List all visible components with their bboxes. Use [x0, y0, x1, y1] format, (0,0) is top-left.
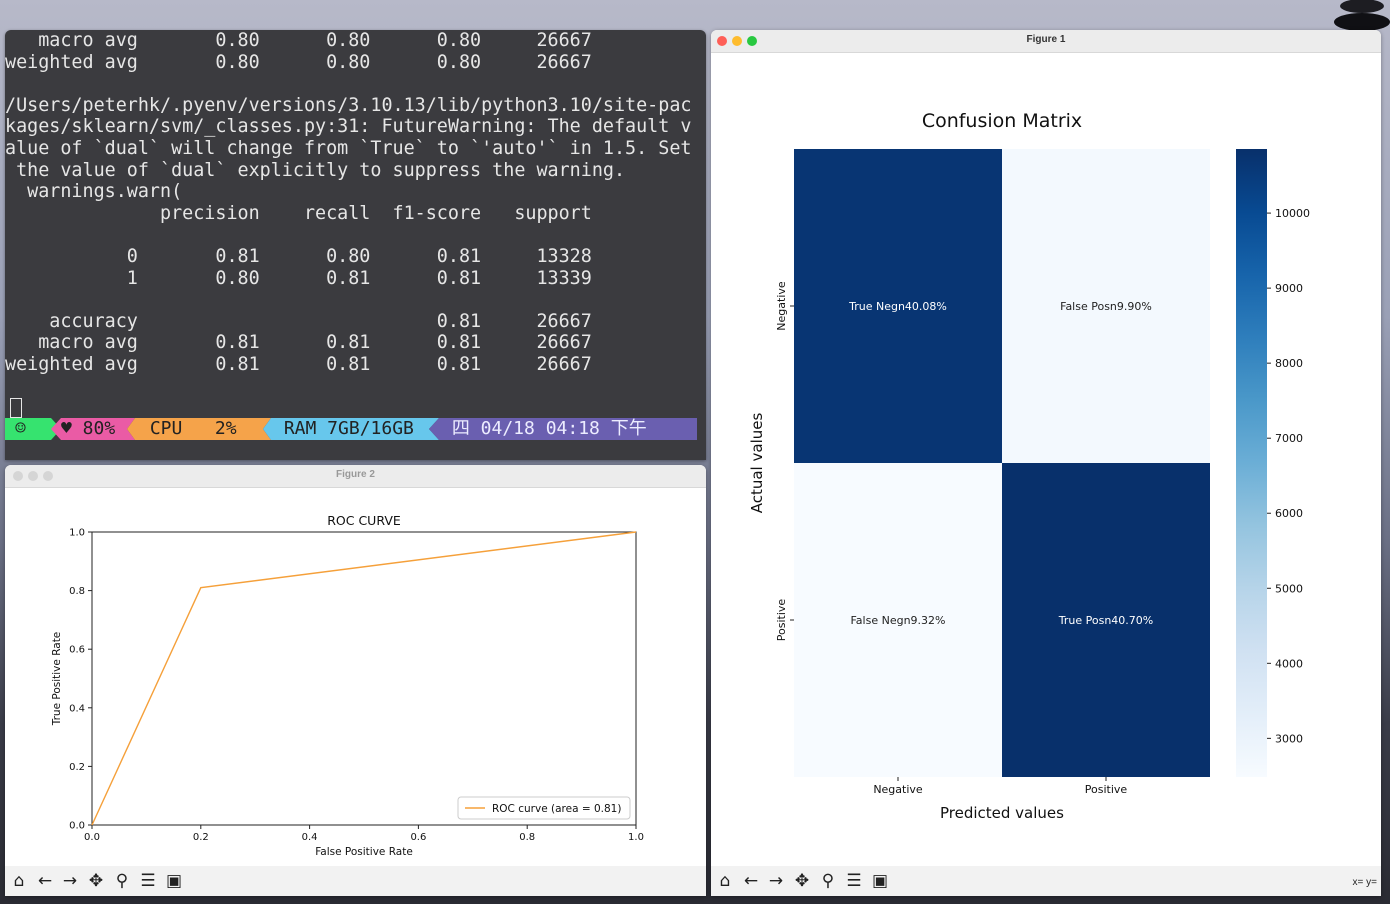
zoom-icon[interactable]: ⚲ [817, 871, 839, 891]
forward-arrow-icon[interactable]: → [59, 871, 81, 891]
colorbar [1236, 149, 1267, 777]
x-tick-label: 0.2 [193, 832, 209, 843]
status-smile: ☺ [15, 418, 26, 439]
y-tick-label: Positive [775, 599, 788, 642]
cursor-coordinates: x= y= [1352, 877, 1377, 888]
colorbar-tick-label: 7000 [1275, 432, 1303, 445]
status-ram: RAM 7GB/16GB [273, 418, 414, 439]
pan-icon[interactable]: ✥ [791, 871, 813, 891]
y-tick-label: 0.6 [69, 645, 85, 656]
terminal-line: 0 0.81 0.80 0.81 13328 [5, 245, 592, 267]
y-axis-label: Actual values [748, 413, 766, 514]
configure-icon[interactable]: ☰ [137, 871, 159, 891]
colorbar-tick-label: 6000 [1275, 507, 1303, 520]
y-tick-label: 0.8 [69, 586, 85, 597]
save-icon[interactable]: ▣ [163, 871, 185, 891]
confusion-matrix-chart: Confusion Matrix True Negn40.08% False Pos… [748, 110, 1310, 822]
colorbar-tick-label: 9000 [1275, 282, 1303, 295]
terminal-status-bar: ☺ ♥ 80% CPU 2% RAM 7GB/16GB 四 04/18 04:1… [5, 418, 697, 440]
terminal-line: precision recall f1-score support [5, 202, 592, 224]
pan-icon[interactable]: ✥ [85, 871, 107, 891]
x-tick-label: 0.8 [519, 832, 535, 843]
y-tick-label: 0.4 [69, 703, 85, 714]
figure2-toolbar: ⌂ ← → ✥ ⚲ ☰ ▣ [5, 866, 706, 896]
x-tick-label: 0.6 [410, 832, 426, 843]
x-tick-label: 0.4 [302, 832, 318, 843]
plot-frame [91, 531, 637, 826]
cell-label: True Posn40.70% [1058, 614, 1153, 627]
home-icon[interactable]: ⌂ [8, 871, 30, 891]
y-tick-label: 0.0 [69, 821, 85, 832]
terminal-line: warnings.warn( [5, 181, 183, 203]
figure2-titlebar[interactable]: Figure 2 [5, 465, 706, 488]
configure-icon[interactable]: ☰ [843, 871, 865, 891]
status-datetime: 四 04/18 04:18 下午 [441, 418, 647, 439]
zoom-icon[interactable]: ⚲ [111, 871, 133, 891]
figure1-window[interactable]: Figure 1 Confusion Matrix True Negn40.08%… [711, 30, 1381, 896]
figure1-titlebar[interactable]: Figure 1 [711, 30, 1381, 53]
chart-title: ROC CURVE [327, 513, 401, 528]
x-tick-label: 1.0 [628, 832, 644, 843]
chart-title: Confusion Matrix [922, 110, 1082, 132]
colorbar-tick-label: 5000 [1275, 582, 1303, 595]
x-tick-label: Negative [873, 783, 923, 796]
legend-label: ROC curve (area = 0.81) [492, 803, 621, 815]
terminal-window[interactable]: macro avg 0.80 0.80 0.80 26667 weighted a… [5, 30, 706, 460]
x-tick-label: 0.0 [84, 832, 100, 843]
terminal-line: accuracy 0.81 26667 [5, 310, 592, 332]
terminal-line: macro avg 0.80 0.80 0.80 26667 [5, 30, 592, 51]
terminal-line: kages/sklearn/svm/_classes.py:31: Future… [5, 116, 692, 138]
figure2-window[interactable]: Figure 2 ROC CURVE 0.0 0.2 0.4 0.6 0.8 1.0 0.0 0… [5, 465, 706, 896]
y-tick-label: 1.0 [69, 528, 85, 539]
desktop-wallpaper-rock [1334, 0, 1390, 31]
colorbar-tick-label: 4000 [1275, 657, 1303, 670]
terminal-line: alue of `dual` will change from `True` t… [5, 137, 692, 159]
y-tick-label: Negative [775, 281, 788, 331]
x-axis-label: False Positive Rate [315, 846, 413, 858]
terminal-cursor [10, 398, 22, 418]
x-tick-label: Positive [1085, 783, 1128, 796]
terminal-line: 1 0.80 0.81 0.81 13339 [5, 267, 592, 289]
forward-arrow-icon[interactable]: → [765, 871, 787, 891]
roc-chart: ROC CURVE 0.0 0.2 0.4 0.6 0.8 1.0 0.0 0.2 0.4 0.6 0… [51, 513, 644, 858]
figure1-toolbar: ⌂ ← → ✥ ⚲ ☰ ▣ x= y= [711, 866, 1381, 896]
terminal-line: macro avg 0.81 0.81 0.81 26667 [5, 332, 592, 354]
y-tick-label: 0.2 [69, 762, 85, 773]
save-icon[interactable]: ▣ [869, 871, 891, 891]
home-icon[interactable]: ⌂ [714, 871, 736, 891]
roc-curve-line [91, 531, 637, 826]
colorbar-tick-label: 3000 [1275, 732, 1303, 745]
terminal-line: the value of `dual` explicitly to suppre… [5, 159, 626, 181]
status-cpu: CPU 2% [139, 418, 237, 439]
cell-label: False Negn9.32% [850, 614, 945, 627]
terminal-line: weighted avg 0.81 0.81 0.81 26667 [5, 353, 592, 375]
back-arrow-icon[interactable]: ← [34, 871, 56, 891]
y-axis-label: True Positive Rate [51, 632, 63, 727]
colorbar-tick-label: 8000 [1275, 357, 1303, 370]
back-arrow-icon[interactable]: ← [740, 871, 762, 891]
figure2-title: Figure 2 [336, 469, 375, 480]
cell-label: False Posn9.90% [1060, 300, 1152, 313]
status-battery: ♥ 80% [61, 418, 116, 439]
x-axis-label: Predicted values [940, 804, 1064, 822]
terminal-line: weighted avg 0.80 0.80 0.80 26667 [5, 51, 592, 73]
terminal-output: macro avg 0.80 0.80 0.80 26667 weighted a… [5, 30, 691, 376]
terminal-line: /Users/peterhk/.pyenv/versions/3.10.13/l… [5, 94, 692, 116]
colorbar-tick-label: 10000 [1275, 207, 1310, 220]
figure1-title: Figure 1 [1026, 34, 1066, 45]
cell-label: True Negn40.08% [848, 300, 947, 313]
